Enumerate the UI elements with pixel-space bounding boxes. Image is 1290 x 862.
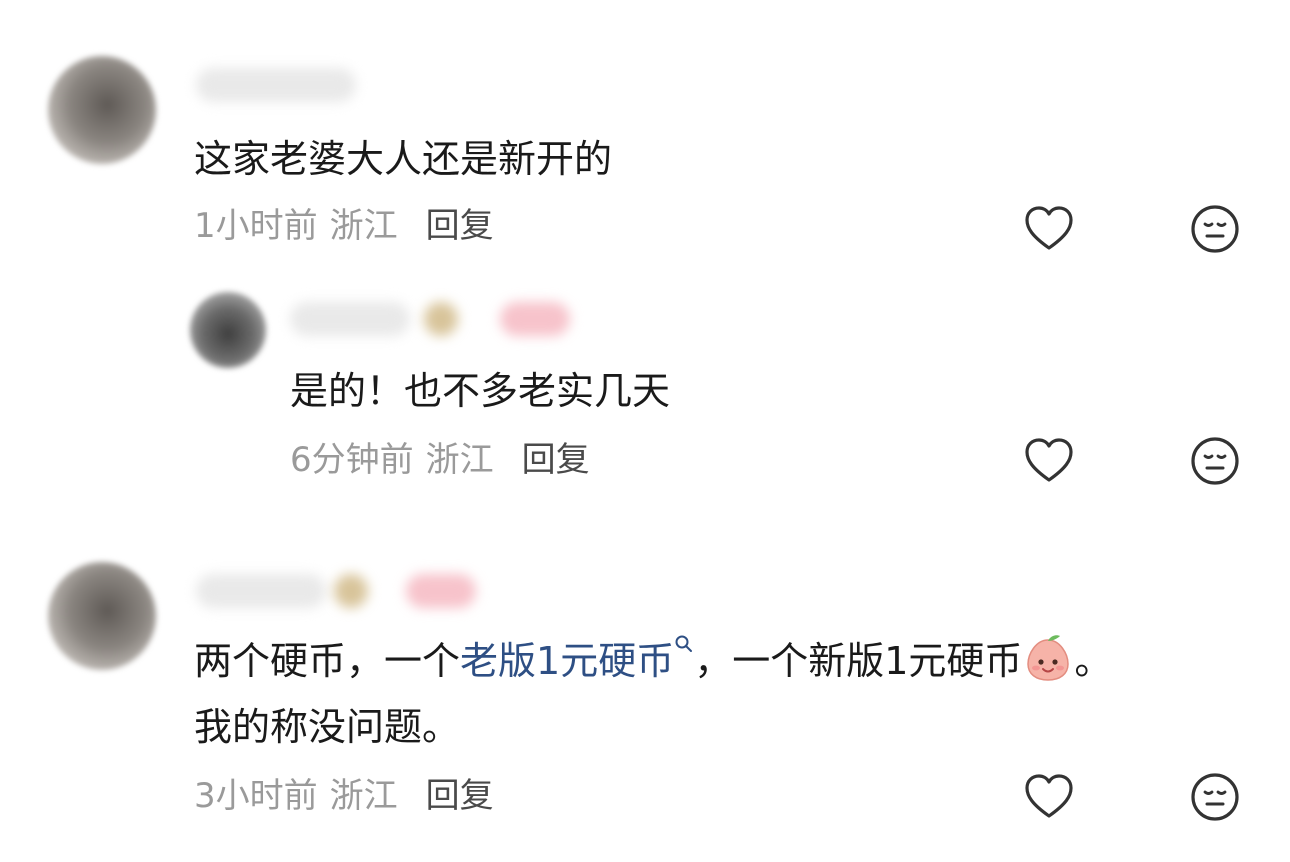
badge-blurred (334, 574, 368, 608)
username-blurred[interactable] (196, 574, 326, 608)
comment-text: 两个硬币，一个老版1元硬币 ，一个新版1元硬币 。 (194, 630, 1112, 692)
badge-blurred (500, 302, 570, 336)
search-link-text[interactable]: 老版1元硬币 (460, 639, 674, 683)
heart-icon[interactable] (1022, 770, 1076, 824)
comment-3: 两个硬币，一个老版1元硬币 ，一个新版1元硬币 。 我的称没问题。 3小时前 浙江回… (0, 530, 1290, 862)
heart-icon[interactable] (1022, 434, 1076, 488)
expressionless-face-icon[interactable] (1188, 434, 1242, 488)
comment-meta: 1小时前 浙江 回复 (194, 204, 494, 248)
comment-text-part: 两个硬币，一个 (194, 639, 461, 683)
avatar[interactable] (190, 292, 266, 368)
username-blurred[interactable] (290, 302, 410, 336)
comment-location: 浙江 (425, 440, 494, 480)
comment-time: 6分钟前 (290, 440, 414, 480)
comment-location: 浙江 (329, 776, 398, 816)
expressionless-face-icon[interactable] (1188, 770, 1242, 824)
comment-location: 浙江 (329, 206, 398, 246)
reply-button[interactable]: 回复 (522, 440, 590, 480)
search-icon[interactable] (674, 630, 694, 664)
comment-text: 这家老婆大人还是新开的 (194, 137, 613, 181)
badge-blurred (406, 574, 476, 608)
username-blurred[interactable] (196, 68, 356, 102)
comment-2-reply: 是的！也不多老实几天 6分钟前 浙江 回复 (0, 270, 1290, 530)
comment-text-line2: 我的称没问题。 (194, 705, 461, 749)
reply-button[interactable]: 回复 (426, 206, 494, 246)
comment-text-part: 。 (1074, 639, 1113, 683)
search-link[interactable]: 老版1元硬币 (460, 635, 694, 683)
comment-time: 1小时前 (194, 206, 318, 246)
avatar[interactable] (48, 562, 156, 670)
comment-1: 这家老婆大人还是新开的 1小时前 浙江 回复 (0, 0, 1290, 270)
heart-icon[interactable] (1022, 202, 1076, 256)
comment-text: 是的！也不多老实几天 (290, 369, 671, 413)
comment-time: 3小时前 (194, 776, 318, 816)
avatar[interactable] (48, 56, 156, 164)
comment-text-part: ，一个新版1元硬币 (694, 639, 1023, 683)
comment-meta: 3小时前 浙江 回复 (194, 774, 494, 818)
peach-face-emoji-icon (1027, 635, 1070, 681)
comment-meta: 6分钟前 浙江 回复 (290, 438, 590, 482)
reply-button[interactable]: 回复 (426, 776, 494, 816)
expressionless-face-icon[interactable] (1188, 202, 1242, 256)
badge-blurred (424, 302, 458, 336)
